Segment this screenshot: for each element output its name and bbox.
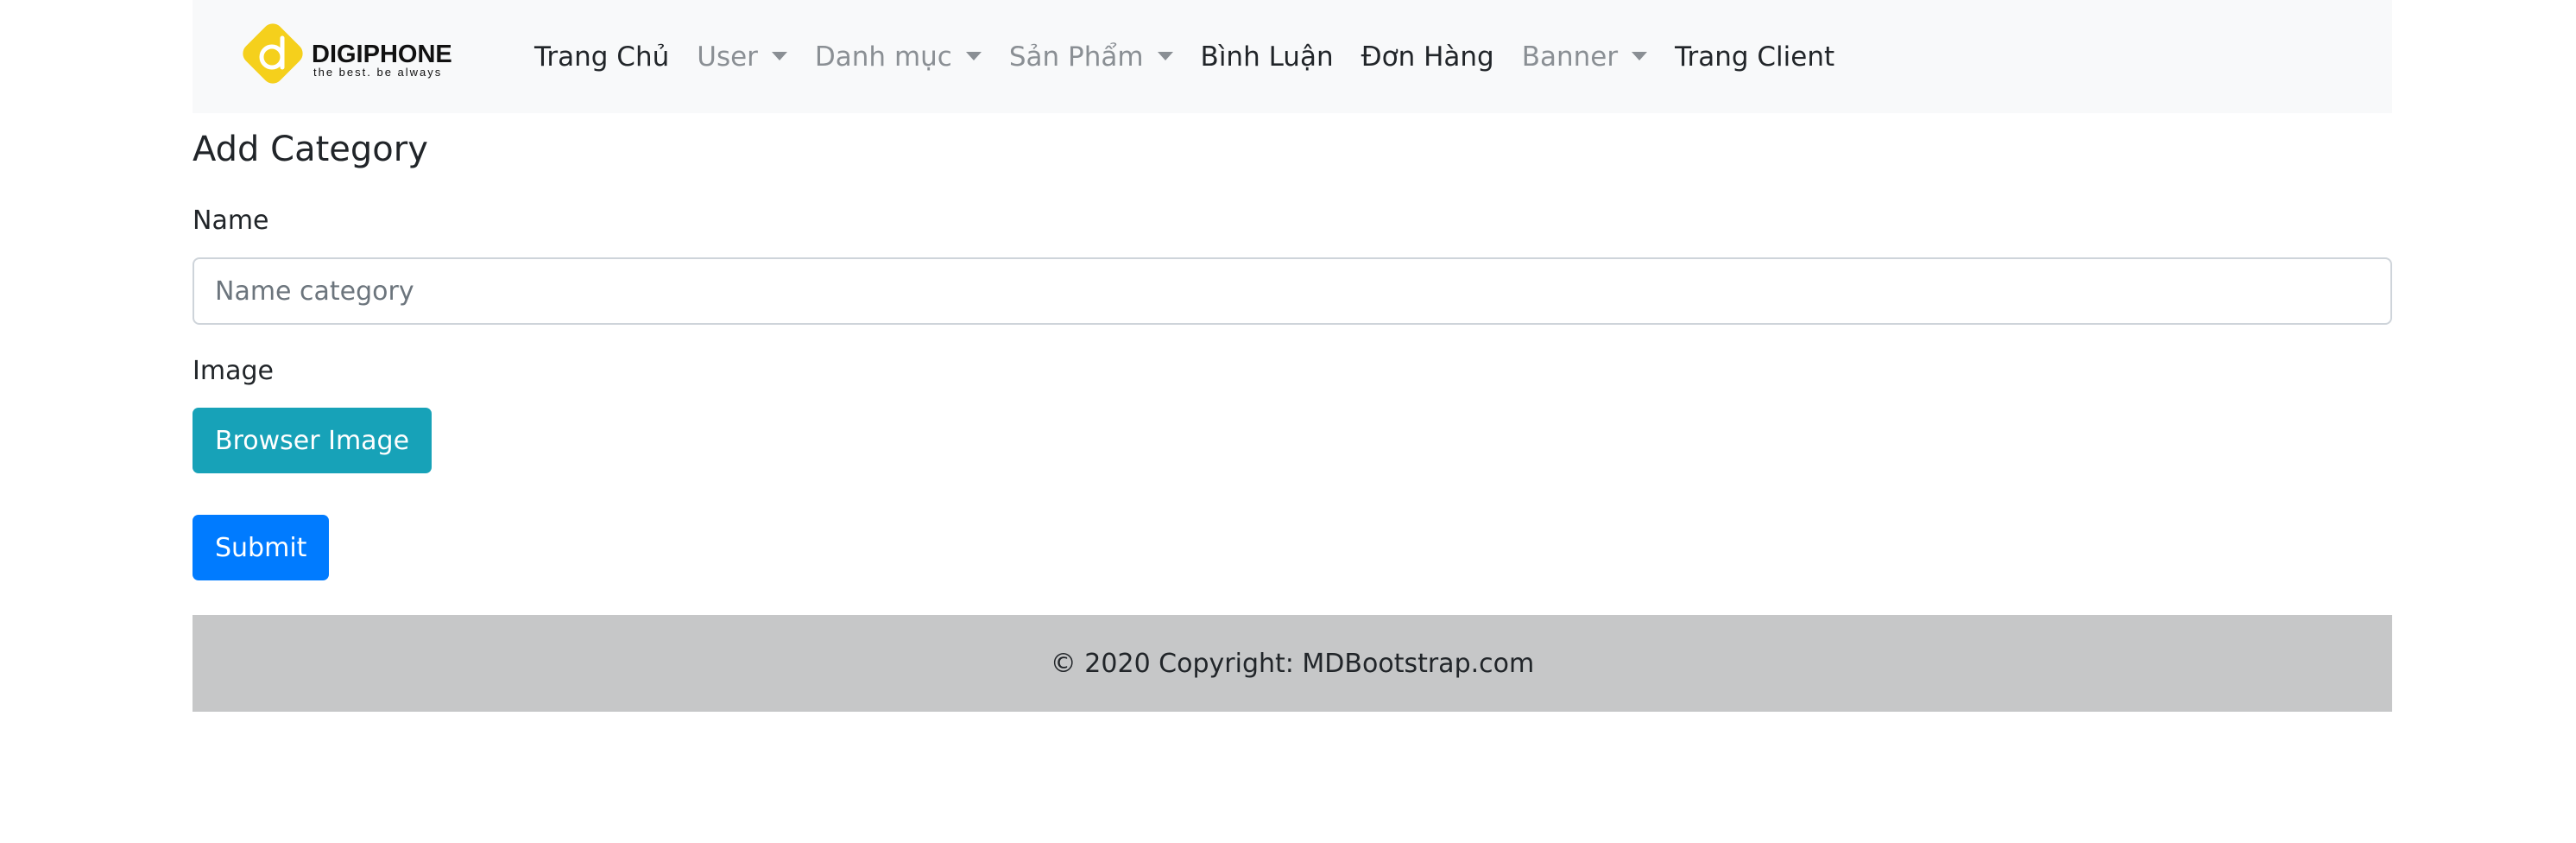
nav-item-binh-luan[interactable]: Bình Luận [1187,0,1348,113]
page-container: DIGIPHONE the best. be always Trang Chủ … [193,0,2392,712]
nav-item-label: Bình Luận [1200,41,1334,73]
name-category-input[interactable] [193,257,2392,325]
nav-item-user[interactable]: User [683,0,801,113]
brand-logo[interactable]: DIGIPHONE the best. be always [239,21,465,93]
nav-item-label: User [697,41,758,73]
nav-item-san-pham[interactable]: Sản Phẩm [995,0,1187,113]
image-label: Image [193,356,274,386]
nav-item-label: Đơn Hàng [1361,41,1494,73]
brand-tagline: the best. be always [313,66,442,79]
caret-down-icon [1632,51,1648,60]
nav-item-trang-client[interactable]: Trang Client [1661,0,1848,113]
name-label: Name [193,206,269,236]
nav-menu: Trang Chủ User Danh mục Sản Phẩm Bình Lu… [521,0,1848,113]
nav-item-label: Banner [1521,41,1619,73]
nav-item-label: Trang Client [1675,41,1835,73]
nav-item-trang-chu[interactable]: Trang Chủ [521,0,683,113]
caret-down-icon [1157,51,1173,60]
nav-item-don-hang[interactable]: Đơn Hàng [1348,0,1508,113]
copyright-text: © 2020 Copyright: MDBootstrap.com [1050,648,1535,679]
caret-down-icon [965,51,982,60]
nav-item-label: Danh mục [814,41,952,73]
brand-name: DIGIPHONE [312,41,452,68]
footer: © 2020 Copyright: MDBootstrap.com [193,615,2392,712]
logo-mark-icon [243,23,303,84]
submit-button[interactable]: Submit [193,515,330,580]
browse-image-button[interactable]: Browser Image [193,408,432,473]
page-title: Add Category [193,130,428,169]
nav-item-label: Sản Phẩm [1008,41,1144,73]
nav-item-danh-muc[interactable]: Danh mục [801,0,995,113]
caret-down-icon [771,51,787,60]
top-navbar: DIGIPHONE the best. be always Trang Chủ … [193,0,2392,113]
nav-item-banner[interactable]: Banner [1508,0,1661,113]
nav-item-label: Trang Chủ [534,41,670,73]
